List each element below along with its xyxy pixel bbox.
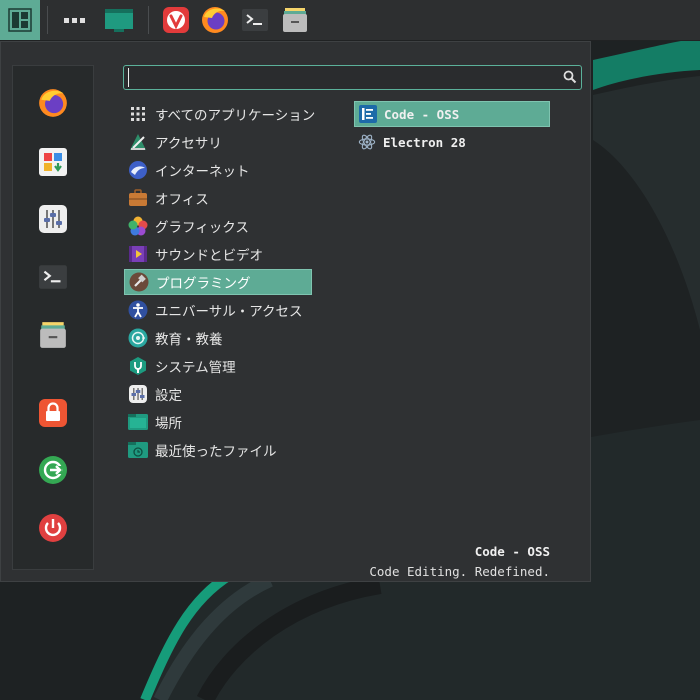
category-internet[interactable]: インターネット [124, 157, 312, 183]
logout-button[interactable] [37, 454, 69, 486]
internet-icon [128, 160, 148, 180]
code-oss-icon [358, 104, 378, 124]
file-manager-icon [40, 322, 66, 348]
power-button[interactable] [37, 512, 69, 544]
firefox-launcher[interactable] [198, 0, 232, 40]
category-label: すべてのアプリケーション [155, 108, 316, 124]
category-label: アクセサリ [155, 136, 222, 152]
search-box[interactable] [123, 65, 582, 90]
app-code-oss[interactable]: Code - OSS [354, 101, 550, 127]
category-development[interactable]: プログラミング [124, 269, 312, 295]
category-label: サウンドとビデオ [155, 248, 263, 264]
power-icon [39, 514, 67, 542]
lock-screen-icon [39, 399, 67, 427]
file-manager-icon [283, 8, 307, 32]
settings-icon [39, 205, 67, 233]
favorite-settings[interactable] [37, 203, 69, 235]
firefox-icon [39, 89, 67, 117]
terminal-icon [242, 9, 268, 31]
terminal-launcher[interactable] [238, 0, 272, 40]
logout-icon [39, 456, 67, 484]
accessories-icon [128, 132, 148, 152]
menu-button[interactable] [0, 0, 40, 40]
system-icon [128, 356, 148, 376]
category-label: 教育・教養 [155, 332, 223, 348]
category-places[interactable]: 場所 [124, 409, 312, 435]
accessibility-icon [128, 300, 148, 320]
category-accessories[interactable]: アクセサリ [124, 129, 312, 155]
category-graphics[interactable]: グラフィックス [124, 213, 312, 239]
category-label: プログラミング [156, 276, 251, 292]
category-label: オフィス [155, 192, 209, 208]
graphics-icon [128, 216, 148, 236]
app-label: Code - OSS [384, 106, 460, 122]
category-education[interactable]: 教育・教養 [124, 325, 312, 351]
show-desktop-icon [105, 9, 133, 32]
terminal-icon [39, 265, 67, 289]
office-icon [128, 188, 148, 208]
app-description-text: Code Editing. Redefined. [369, 564, 550, 579]
category-label: インターネット [155, 164, 250, 180]
education-icon [128, 328, 148, 348]
app-electron-28[interactable]: Electron 28 [354, 129, 550, 155]
category-settings[interactable]: 設定 [124, 381, 312, 407]
category-label: 場所 [155, 416, 182, 432]
favorite-firefox[interactable] [37, 87, 69, 119]
search-icon [563, 70, 577, 84]
multimedia-icon [128, 244, 148, 264]
window-list-button[interactable] [58, 0, 92, 40]
development-icon [129, 272, 149, 292]
category-accessibility[interactable]: ユニバーサル・アクセス [124, 297, 312, 323]
show-desktop-button[interactable] [102, 0, 136, 40]
electron-icon [357, 132, 377, 152]
favorite-file-manager[interactable] [37, 319, 69, 351]
category-all-applications[interactable]: すべてのアプリケーション [124, 101, 316, 127]
window-list-icon [64, 18, 85, 23]
favorite-software-store[interactable] [37, 146, 69, 178]
firefox-icon [202, 7, 228, 33]
search-input[interactable] [128, 68, 553, 87]
category-label: システム管理 [155, 360, 236, 376]
file-manager-launcher[interactable] [278, 0, 312, 40]
places-folder-icon [128, 412, 148, 432]
app-description-title: Code - OSS [474, 544, 550, 559]
application-menu: すべてのアプリケーション アクセサリ インターネット オフィス グラフィックス … [0, 41, 591, 582]
top-panel [0, 0, 700, 41]
category-office[interactable]: オフィス [124, 185, 312, 211]
vivaldi-launcher[interactable] [160, 0, 192, 40]
category-multimedia[interactable]: サウンドとビデオ [124, 241, 312, 267]
software-store-icon [39, 148, 67, 176]
category-label: 最近使ったファイル [155, 444, 277, 460]
settings-icon [128, 384, 148, 404]
category-label: ユニバーサル・アクセス [155, 304, 303, 320]
category-label: 設定 [155, 388, 182, 404]
grid-icon [128, 104, 148, 124]
lock-screen-button[interactable] [37, 397, 69, 429]
favorite-terminal[interactable] [37, 261, 69, 293]
category-system[interactable]: システム管理 [124, 353, 312, 379]
favorites-bar [12, 65, 94, 570]
recent-files-icon [128, 440, 148, 460]
vivaldi-icon [163, 7, 189, 33]
app-label: Electron 28 [383, 134, 466, 150]
category-recent-files[interactable]: 最近使ったファイル [124, 437, 312, 463]
category-label: グラフィックス [155, 220, 249, 236]
manjaro-logo-icon [8, 8, 32, 32]
